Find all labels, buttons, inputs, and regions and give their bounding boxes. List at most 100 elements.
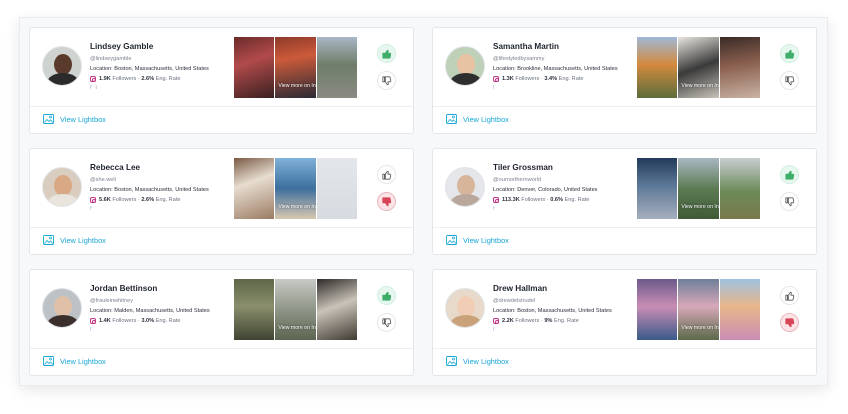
instagram-icon bbox=[90, 318, 96, 324]
post-thumbnail[interactable] bbox=[234, 158, 275, 219]
thumbs-down-icon bbox=[381, 196, 391, 206]
creator-name[interactable]: Rebecca Lee bbox=[90, 163, 235, 172]
creator-name[interactable]: Samantha Martin bbox=[493, 42, 638, 51]
post-thumbnail[interactable]: View more on Instagram ↗ bbox=[275, 158, 316, 219]
post-thumbnail[interactable]: View more on Instagram ↗ bbox=[275, 37, 316, 98]
facebook-icon[interactable]: f bbox=[90, 206, 92, 212]
avatar-face bbox=[54, 175, 72, 196]
post-thumbnail[interactable] bbox=[637, 37, 678, 98]
thumbs-down-button[interactable] bbox=[780, 192, 799, 211]
facebook-icon[interactable]: f bbox=[90, 85, 92, 91]
creator-name[interactable]: Tiler Grossman bbox=[493, 163, 638, 172]
creator-location: Location: Malden, Massachusetts, United … bbox=[90, 308, 210, 314]
post-thumbnail[interactable] bbox=[637, 279, 678, 340]
view-more-instagram-link[interactable]: View more on Instagram ↗ bbox=[681, 83, 718, 89]
view-more-instagram-link[interactable]: View more on Instagram ↗ bbox=[681, 325, 718, 331]
followers-count: 1.3K bbox=[502, 76, 514, 82]
creator-name[interactable]: Lindsey Gamble bbox=[90, 42, 235, 51]
creator-name[interactable]: Jordan Bettinson bbox=[90, 284, 235, 293]
instagram-icon bbox=[90, 197, 96, 203]
followers-count: 5.6K bbox=[99, 197, 111, 203]
thumbs-down-button[interactable] bbox=[377, 192, 396, 211]
gallery-icon bbox=[43, 235, 54, 245]
creator-handle: @she.well bbox=[90, 177, 116, 183]
post-thumbnail[interactable] bbox=[234, 279, 275, 340]
avatar-body bbox=[450, 194, 482, 206]
view-more-instagram-link[interactable]: View more on Instagram ↗ bbox=[278, 325, 315, 331]
gallery-icon bbox=[446, 356, 457, 366]
post-thumbnails: View more on Instagram ↗ bbox=[637, 37, 760, 98]
facebook-icon[interactable]: f bbox=[493, 327, 495, 333]
engagement-rate: 9% bbox=[544, 318, 553, 324]
post-thumbnail[interactable]: View more on Instagram ↗ bbox=[275, 279, 316, 340]
view-more-instagram-link[interactable]: View more on Instagram ↗ bbox=[278, 204, 315, 210]
creator-card-body: Samantha Martin @lifestyledbysammy Locat… bbox=[433, 28, 816, 107]
view-lightbox-link[interactable]: View Lightbox bbox=[446, 356, 509, 366]
view-lightbox-link[interactable]: View Lightbox bbox=[43, 356, 106, 366]
thumbs-down-button[interactable] bbox=[780, 71, 799, 90]
avatar[interactable] bbox=[445, 288, 485, 328]
view-lightbox-label[interactable]: View Lightbox bbox=[463, 357, 509, 366]
creator-info: Rebecca Lee @she.well Location: Boston, … bbox=[90, 163, 235, 212]
facebook-icon[interactable]: f bbox=[493, 85, 495, 91]
avatar[interactable] bbox=[445, 167, 485, 207]
thumbs-up-button[interactable] bbox=[377, 286, 396, 305]
creator-info: Tiler Grossman @ournorthernworld Locatio… bbox=[493, 163, 638, 212]
followers-label: Followers · bbox=[515, 318, 543, 324]
post-thumbnail[interactable]: View more on Instagram ↗ bbox=[678, 37, 719, 98]
avatar[interactable] bbox=[42, 288, 82, 328]
post-thumbnail[interactable] bbox=[719, 279, 760, 340]
view-lightbox-label[interactable]: View Lightbox bbox=[60, 236, 106, 245]
view-lightbox-link[interactable]: View Lightbox bbox=[43, 235, 106, 245]
avatar[interactable] bbox=[42, 167, 82, 207]
post-thumbnail[interactable] bbox=[316, 279, 357, 340]
engagement-label: Eng. Rate bbox=[155, 318, 181, 324]
avatar-face bbox=[457, 175, 475, 196]
thumbs-up-button[interactable] bbox=[377, 165, 396, 184]
avatar[interactable] bbox=[42, 46, 82, 86]
facebook-icon[interactable]: f bbox=[493, 206, 495, 212]
view-lightbox-label[interactable]: View Lightbox bbox=[60, 115, 106, 124]
creator-card: Lindsey Gamble @lindseygamble Location: … bbox=[29, 27, 414, 134]
post-thumbnail[interactable]: View more on Instagram ↗ bbox=[678, 279, 719, 340]
post-thumbnail[interactable] bbox=[637, 158, 678, 219]
avatar-face bbox=[457, 296, 475, 317]
view-more-instagram-link[interactable]: View more on Instagram ↗ bbox=[681, 204, 718, 210]
followers-label: Followers · bbox=[112, 197, 140, 203]
twitter-icon[interactable]: t bbox=[96, 85, 98, 91]
view-more-instagram-link[interactable]: View more on Instagram ↗ bbox=[278, 83, 315, 89]
avatar-body bbox=[47, 194, 79, 206]
creator-card-body: Lindsey Gamble @lindseygamble Location: … bbox=[30, 28, 413, 107]
engagement-rate: 3.0% bbox=[141, 318, 155, 324]
view-lightbox-label[interactable]: View Lightbox bbox=[60, 357, 106, 366]
view-lightbox-link[interactable]: View Lightbox bbox=[43, 114, 106, 124]
thumbs-up-button[interactable] bbox=[780, 165, 799, 184]
creator-info: Drew Hallman @drewdelstrudel Location: B… bbox=[493, 284, 638, 333]
thumbs-up-icon bbox=[381, 170, 391, 180]
post-thumbnail[interactable] bbox=[316, 37, 357, 98]
avatar[interactable] bbox=[445, 46, 485, 86]
thumbs-up-button[interactable] bbox=[780, 44, 799, 63]
view-lightbox-label[interactable]: View Lightbox bbox=[463, 115, 509, 124]
thumbs-down-button[interactable] bbox=[377, 71, 396, 90]
thumbs-up-button[interactable] bbox=[377, 44, 396, 63]
creator-name[interactable]: Drew Hallman bbox=[493, 284, 638, 293]
creator-card-body: Rebecca Lee @she.well Location: Boston, … bbox=[30, 149, 413, 228]
post-thumbnail[interactable] bbox=[316, 158, 357, 219]
instagram-icon bbox=[493, 197, 499, 203]
post-thumbnail[interactable] bbox=[719, 37, 760, 98]
post-thumbnail[interactable] bbox=[719, 158, 760, 219]
results-panel: Lindsey Gamble @lindseygamble Location: … bbox=[19, 17, 828, 386]
creator-info: Samantha Martin @lifestyledbysammy Locat… bbox=[493, 42, 638, 91]
thumbs-up-button[interactable] bbox=[780, 286, 799, 305]
view-lightbox-link[interactable]: View Lightbox bbox=[446, 114, 509, 124]
post-thumbnail[interactable] bbox=[234, 37, 275, 98]
thumbs-down-button[interactable] bbox=[780, 313, 799, 332]
view-lightbox-label[interactable]: View Lightbox bbox=[463, 236, 509, 245]
facebook-icon[interactable]: f bbox=[90, 327, 92, 333]
view-lightbox-link[interactable]: View Lightbox bbox=[446, 235, 509, 245]
followers-count: 2.2K bbox=[502, 318, 514, 324]
creator-stats: 1.9K Followers · 2.6% Eng. Rate bbox=[90, 76, 235, 82]
post-thumbnail[interactable]: View more on Instagram ↗ bbox=[678, 158, 719, 219]
thumbs-down-button[interactable] bbox=[377, 313, 396, 332]
